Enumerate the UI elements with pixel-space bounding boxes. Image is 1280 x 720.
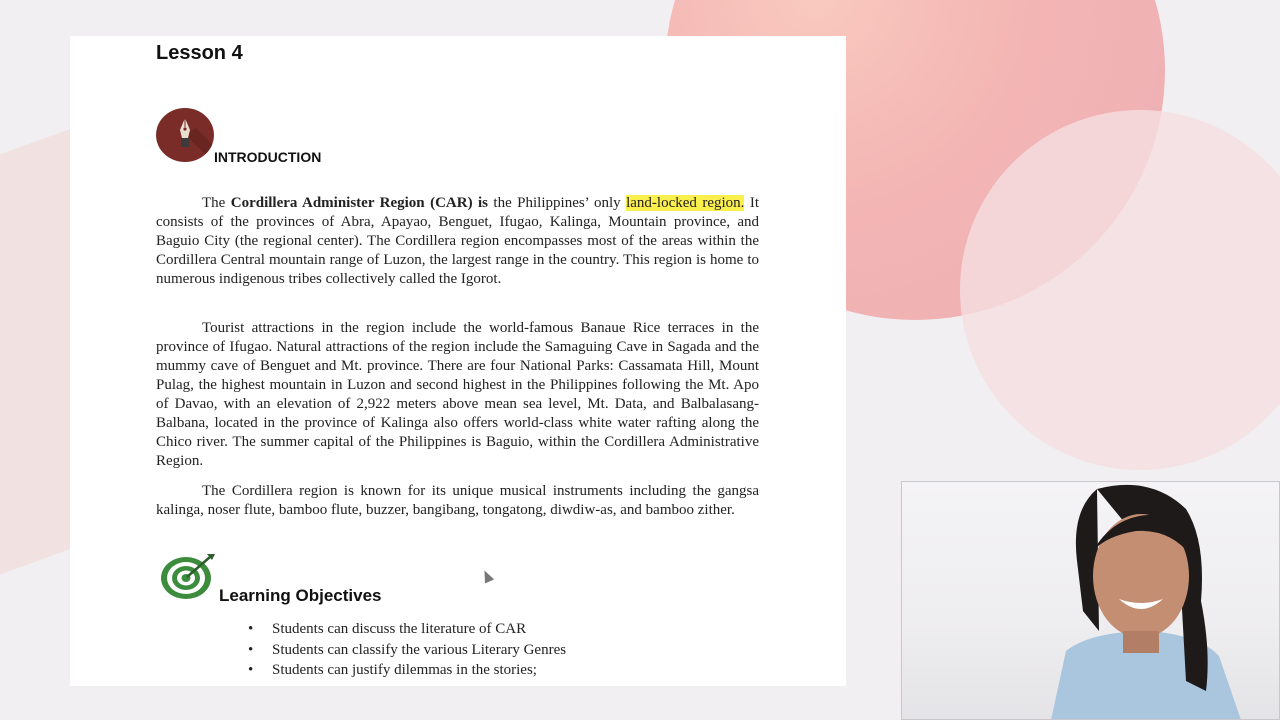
paragraph-intro-lead: The (202, 195, 231, 211)
paragraph-intro-mid: the Philippines’ only (488, 195, 627, 211)
paragraph-music: The Cordillera region is known for its u… (156, 483, 759, 518)
webcam-frame (901, 481, 1280, 720)
lesson-title: Lesson 4 (156, 42, 243, 64)
webcam-overlay (901, 481, 1280, 720)
list-item: Students can justify dilemmas in the sto… (246, 660, 566, 681)
paragraph-intro: The Cordillera Administer Region (CAR) i… (156, 194, 759, 289)
list-item: Students can classify the various Litera… (246, 640, 566, 661)
highlighted-text: land-locked region. (626, 195, 745, 211)
document-page: Lesson 4 INTRODUCTION The Cordillera Adm… (70, 36, 846, 686)
paragraph-tourism: Tourist attractions in the region includ… (156, 320, 759, 469)
list-item: Students can discuss the literature of C… (246, 619, 566, 640)
fountain-pen-icon (156, 108, 214, 162)
objectives-list: Students can discuss the literature of C… (246, 619, 566, 681)
introduction-heading: INTRODUCTION (214, 149, 322, 165)
target-icon (161, 554, 215, 599)
learning-objectives-heading: Learning Objectives (219, 586, 382, 605)
paragraph-intro-bold: Cordillera Administer Region (CAR) is (230, 195, 488, 211)
mouse-cursor-icon (479, 568, 495, 584)
